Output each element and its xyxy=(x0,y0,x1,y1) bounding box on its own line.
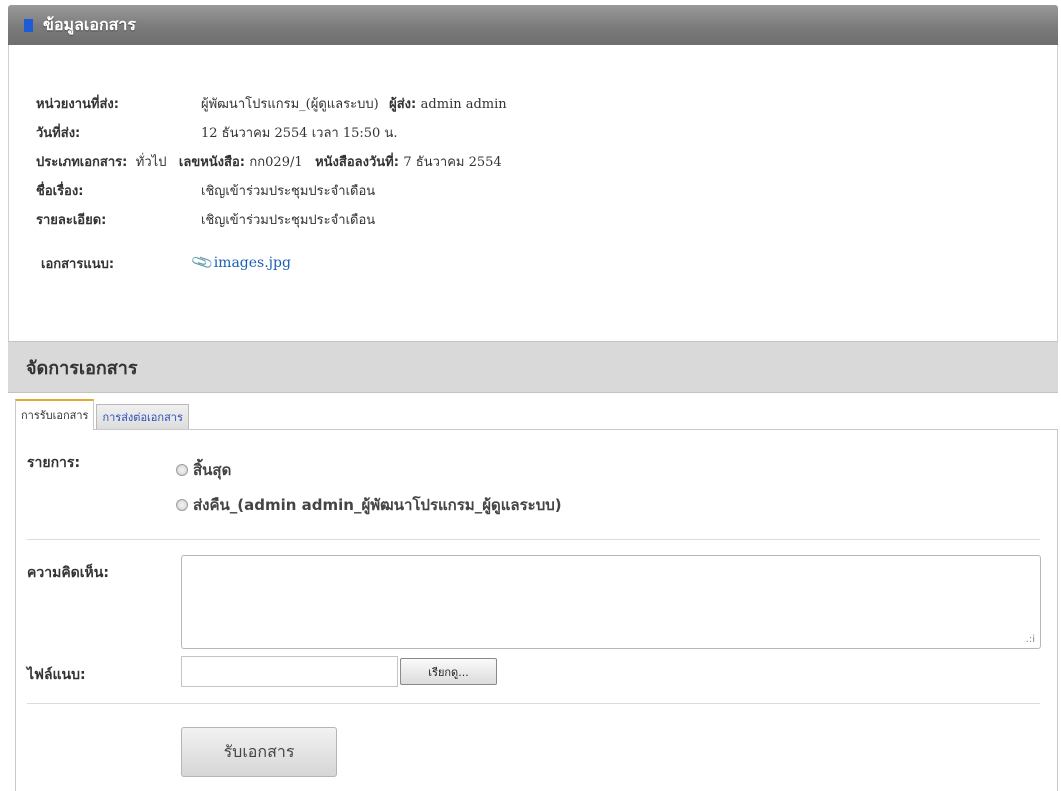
option-return[interactable]: ส่งคืน_(admin admin_ผู้พัฒนาโปรแกรม_ผู้ด… xyxy=(176,493,562,517)
document-info-title: ข้อมูลเอกสาร xyxy=(43,14,137,34)
items-label: รายการ: xyxy=(27,455,81,471)
resize-grip-icon[interactable]: .:i xyxy=(1026,634,1035,645)
send-date-value: 12 ธันวาคม 2554 เวลา 15:50 น. xyxy=(201,126,398,141)
subject-label: ชื่อเรื่อง: xyxy=(36,184,84,199)
send-date-row: วันที่ส่ง: 12 ธันวาคม 2554 เวลา 15:50 น. xyxy=(36,122,397,143)
tab-forward-document[interactable]: การส่งต่อเอกสาร xyxy=(96,404,189,430)
sender-label: ผู้ส่ง: xyxy=(389,97,417,112)
radio-return[interactable] xyxy=(176,499,188,511)
browse-button[interactable]: เรียกดู... xyxy=(400,658,497,685)
file-path-input[interactable] xyxy=(181,656,398,687)
document-type-label: ประเภทเอกสาร: xyxy=(36,155,128,170)
attachment-label: เอกสารแนบ: xyxy=(41,257,115,272)
sending-unit-row: หน่วยงานที่ส่ง: ผู้พัฒนาโปรแกรม_(ผู้ดูแล… xyxy=(36,93,507,114)
attachment-filename: images.jpg xyxy=(213,255,291,271)
receive-document-button[interactable]: รับเอกสาร xyxy=(181,727,337,777)
detail-value: เชิญเข้าร่วมประชุมประจำเดือน xyxy=(201,213,376,228)
sending-unit-value: ผู้พัฒนาโปรแกรม_(ผู้ดูแลระบบ) xyxy=(201,97,379,112)
comment-textarea[interactable]: .:i xyxy=(181,555,1041,649)
document-date-value: 7 ธันวาคม 2554 xyxy=(403,155,502,170)
section-divider xyxy=(27,539,1040,540)
send-date-label: วันที่ส่ง: xyxy=(36,126,81,141)
radio-finish[interactable] xyxy=(176,464,188,476)
section-divider-2 xyxy=(27,703,1040,704)
document-type-value: ทั่วไป xyxy=(135,155,167,170)
attach-file-label: ไฟล์แนบ: xyxy=(27,667,86,683)
detail-label: รายละเอียด: xyxy=(36,213,107,228)
header-marker-icon xyxy=(24,18,33,32)
sending-unit-label: หน่วยงานที่ส่ง: xyxy=(36,97,119,112)
paperclip-icon: 📎 xyxy=(189,249,215,275)
attachment-row: เอกสารแนบ: 📎images.jpg xyxy=(41,250,291,275)
document-type-row: ประเภทเอกสาร: ทั่วไป เลขหนังสือ: กก029/1… xyxy=(36,151,502,172)
tab-receive-document[interactable]: การรับเอกสาร xyxy=(15,399,95,430)
tab-bar: การรับเอกสาร การส่งต่อเอกสาร xyxy=(15,399,191,430)
detail-row: รายละเอียด: เชิญเข้าร่วมประชุมประจำเดือน xyxy=(36,209,375,230)
subject-value: เชิญเข้าร่วมประชุมประจำเดือน xyxy=(201,184,376,199)
manage-document-header: จัดการเอกสาร xyxy=(8,341,1058,393)
option-finish[interactable]: สิ้นสุด xyxy=(176,458,231,482)
comment-label: ความคิดเห็น: xyxy=(27,565,109,581)
option-return-label: ส่งคืน_(admin admin_ผู้พัฒนาโปรแกรม_ผู้ด… xyxy=(193,496,562,514)
document-date-label: หนังสือลงวันที่: xyxy=(315,155,399,170)
sender-value: admin admin xyxy=(420,97,507,112)
manage-document-title: จัดการเอกสาร xyxy=(26,357,138,379)
document-info-header: ข้อมูลเอกสาร xyxy=(8,5,1058,45)
attachment-link[interactable]: 📎images.jpg xyxy=(190,250,291,275)
document-number-value: กก029/1 xyxy=(249,155,303,170)
document-number-label: เลขหนังสือ: xyxy=(178,155,245,170)
subject-row: ชื่อเรื่อง: เชิญเข้าร่วมประชุมประจำเดือน xyxy=(36,180,375,201)
option-finish-label: สิ้นสุด xyxy=(193,461,232,479)
document-info-panel: หน่วยงานที่ส่ง: ผู้พัฒนาโปรแกรม_(ผู้ดูแล… xyxy=(8,45,1058,341)
